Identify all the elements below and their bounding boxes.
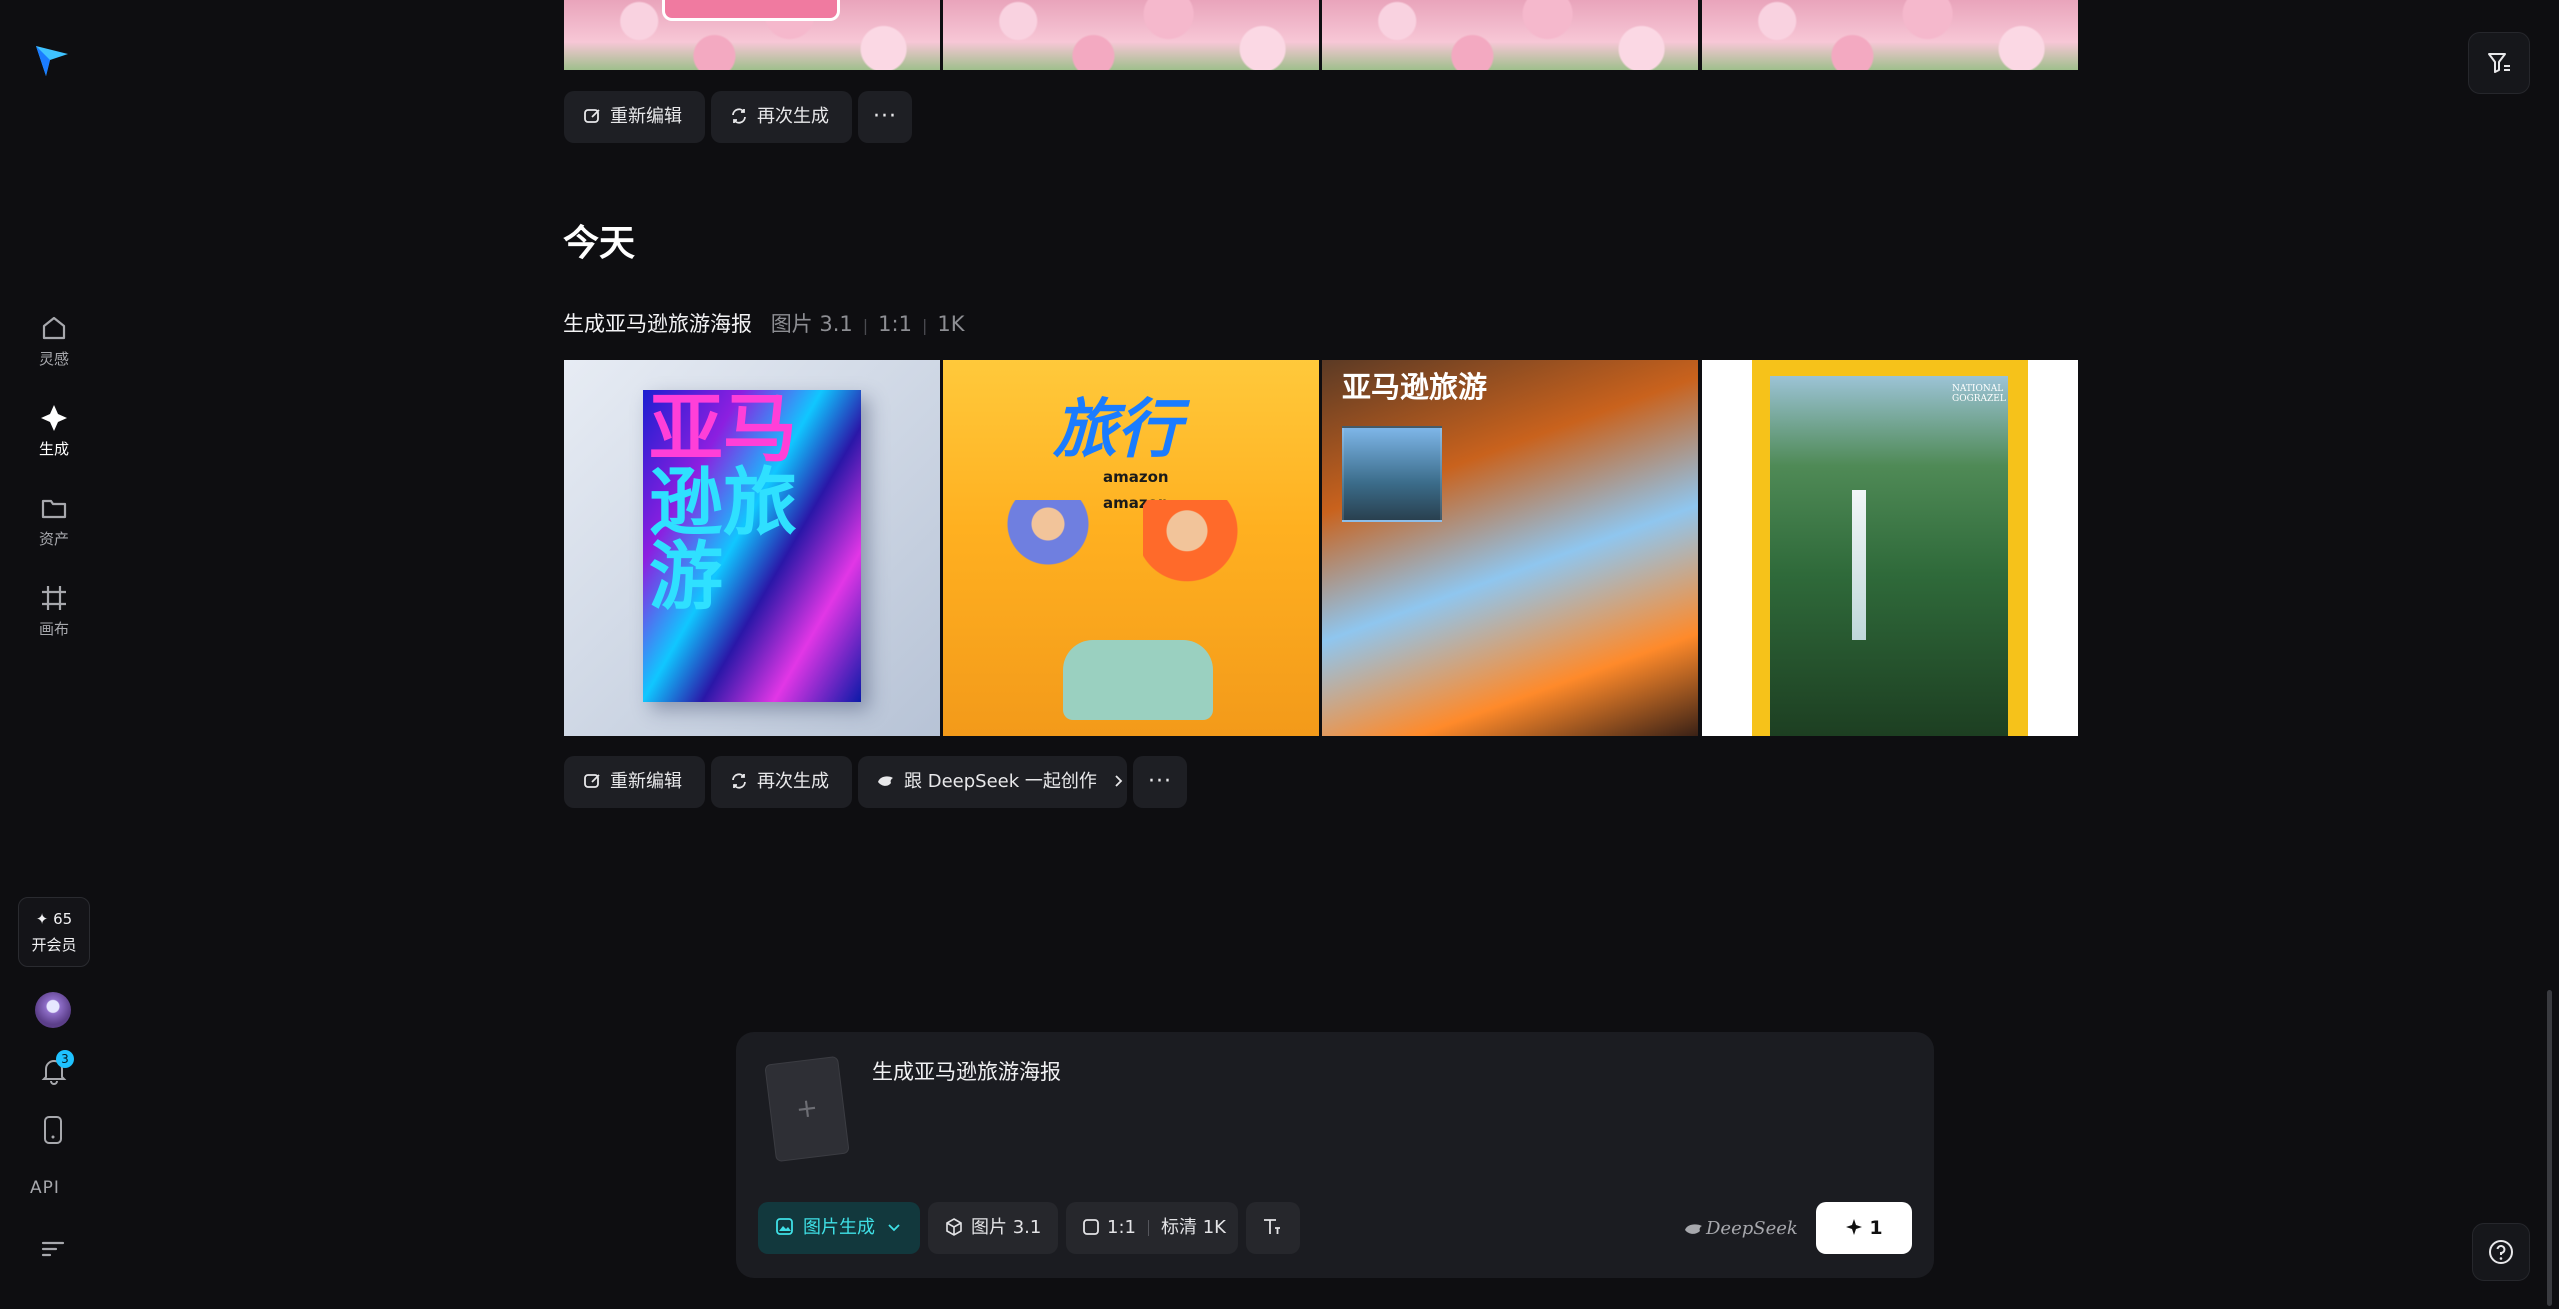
inset-photo [1342, 426, 1442, 522]
deepseek-logo: DeepSeek [1684, 1218, 1798, 1239]
refresh-icon [732, 772, 746, 789]
ratio-quality-selector[interactable]: 1:1 标清 1K [1066, 1202, 1238, 1254]
home-icon [38, 312, 70, 344]
sidebar-item-canvas[interactable]: 画布 [14, 582, 94, 652]
ratio-label: 1:1 [1107, 1217, 1136, 1238]
filter-button[interactable] [2468, 32, 2530, 94]
canvas-icon [38, 582, 70, 614]
sidebar-item-label: 灵感 [38, 350, 69, 368]
api-link[interactable]: API [30, 1178, 60, 1198]
brand-text: amazon [1103, 468, 1169, 486]
prompt-composer: + 生成亚马逊旅游海报 图片生成 图片 3.1 1:1 标清 1K DeepSee… [736, 1032, 1934, 1278]
menu-icon[interactable] [40, 1238, 66, 1260]
image-icon [776, 1217, 793, 1235]
sidebar-item-label: 画布 [38, 620, 69, 638]
chevron-right-icon [1114, 774, 1122, 787]
model-tag: 图片 3.1 [770, 312, 853, 336]
sparkle-icon [38, 402, 70, 434]
membership-card[interactable]: ✦ 65 开会员 [18, 897, 90, 967]
model-selector[interactable]: 图片 3.1 [928, 1202, 1058, 1254]
sidebar-item-label: 生成 [38, 440, 69, 458]
help-icon [2489, 1240, 2513, 1264]
separator: | [862, 316, 869, 335]
poster-title: 逊旅游 [649, 460, 797, 620]
text-style-button[interactable] [1246, 1202, 1300, 1254]
divider [1147, 1220, 1149, 1236]
previous-image-4[interactable] [1702, 0, 2078, 70]
avatar[interactable] [35, 992, 71, 1028]
generation-prompt[interactable]: 生成亚马逊旅游海报 [563, 312, 752, 336]
reedit-button[interactable]: 重新编辑 [564, 756, 705, 808]
prompt-input[interactable]: 生成亚马逊旅游海报 [872, 1056, 1061, 1086]
whale-icon [1685, 1224, 1702, 1234]
previous-image-2[interactable] [943, 0, 1319, 70]
sidebar-item-label: 资产 [38, 530, 69, 548]
character-illustration [1003, 500, 1093, 620]
previous-image-3[interactable] [1322, 0, 1698, 70]
phone-icon[interactable] [38, 1114, 68, 1146]
regenerate-label: 再次生成 [757, 106, 829, 127]
sidebar-item-generate[interactable]: 生成 [14, 402, 94, 472]
character-illustration [1143, 500, 1253, 640]
section-title: 今天 [563, 223, 636, 264]
car-illustration [1063, 640, 1213, 720]
waterfall [1852, 490, 1866, 640]
reedit-button[interactable]: 重新编辑 [564, 91, 705, 143]
sparkle-icon [1846, 1219, 1863, 1235]
whale-icon [878, 775, 893, 786]
deepseek-label: 跟 DeepSeek 一起创作 [904, 771, 1097, 792]
folder-icon [38, 492, 70, 524]
image-overlay-button [662, 0, 840, 21]
regenerate-button[interactable]: 再次生成 [711, 91, 852, 143]
resolution-tag: 1K [937, 312, 965, 336]
notification-badge: 3 [56, 1050, 74, 1068]
text-format-icon [1264, 1218, 1280, 1234]
edit-icon [584, 773, 600, 788]
mode-selector[interactable]: 图片生成 [758, 1202, 920, 1254]
app-logo[interactable] [32, 40, 76, 84]
generated-image-1[interactable]: 亚马 逊旅游 [564, 360, 940, 736]
regenerate-button[interactable]: 再次生成 [711, 756, 852, 808]
reedit-label: 重新编辑 [610, 771, 682, 792]
poster-title: 亚马 [649, 386, 797, 472]
generation-meta: 生成亚马逊旅游海报 图片 3.1 | 1:1 | 1K [563, 308, 964, 338]
filter-icon [2488, 53, 2510, 73]
edit-icon [584, 108, 600, 123]
previous-image-1[interactable] [564, 0, 940, 70]
separator: | [921, 316, 928, 335]
generated-image-2[interactable]: 旅行 amazon amazon [943, 360, 1319, 736]
more-button[interactable]: ··· [858, 91, 912, 143]
scrollbar[interactable] [2547, 990, 2552, 1306]
mode-label: 图片生成 [803, 1217, 875, 1238]
generate-cost: 1 [1869, 1217, 1883, 1239]
help-button[interactable] [2472, 1223, 2530, 1281]
jungle-photo [1770, 376, 2008, 736]
join-membership-label: 开会员 [31, 936, 77, 954]
quality-label: 标清 1K [1160, 1217, 1226, 1238]
upload-reference-button[interactable]: + [764, 1055, 850, 1163]
square-icon [1083, 1218, 1099, 1235]
reedit-label: 重新编辑 [610, 106, 682, 127]
poster-title: 亚马逊旅游 [1342, 370, 1488, 404]
sidebar-item-assets[interactable]: 资产 [14, 492, 94, 562]
more-button[interactable]: ··· [1133, 756, 1187, 808]
cube-icon [946, 1217, 962, 1236]
generated-image-3[interactable]: 亚马逊旅游 [1322, 360, 1698, 736]
chevron-down-icon [888, 1223, 900, 1231]
ratio-tag: 1:1 [878, 312, 912, 336]
sidebar: 灵感 生成 资产 画布 ✦ 65 开会员 3 API [0, 0, 108, 1309]
generate-button[interactable]: 1 [1816, 1202, 1912, 1254]
deepseek-text: DeepSeek [1706, 1218, 1798, 1239]
refresh-icon [732, 107, 746, 124]
sidebar-item-inspiration[interactable]: 灵感 [14, 312, 94, 382]
poster-title: 旅行 [1053, 393, 1181, 467]
deepseek-create-button[interactable]: 跟 DeepSeek 一起创作 [858, 756, 1127, 808]
magazine-masthead: NATIONAL GOGRAZEL [1952, 384, 2006, 404]
poster-graphic: 亚马 逊旅游 [643, 390, 861, 702]
regenerate-label: 再次生成 [757, 771, 829, 792]
generated-image-4[interactable]: NATIONAL GOGRAZEL [1702, 360, 2078, 736]
points-count: ✦ 65 [35, 910, 73, 928]
model-label: 图片 3.1 [971, 1217, 1042, 1238]
